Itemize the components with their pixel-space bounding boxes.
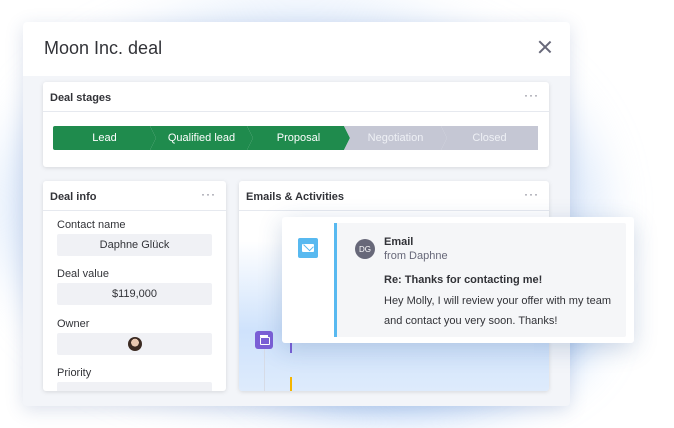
- emails-activities-title: Emails & Activities: [246, 191, 345, 203]
- stage-qualified-lead[interactable]: Qualified lead: [150, 126, 253, 150]
- stage-negotiation[interactable]: Negotiation: [344, 126, 447, 150]
- deal-stages-card: Deal stages ··· Lead Qualified lead Propos…: [43, 82, 549, 167]
- stage-pipeline: Lead Qualified lead Proposal Negotiation Clo…: [53, 126, 539, 150]
- deal-info-card: Deal info ··· Contact name Daphne Glück …: [43, 181, 226, 391]
- email-sender: from Daphne: [384, 250, 448, 262]
- deal-value-field[interactable]: $119,000: [57, 283, 212, 305]
- priority-label: Priority: [57, 367, 92, 379]
- stage-lead[interactable]: Lead: [53, 126, 156, 150]
- stage-proposal[interactable]: Proposal: [247, 126, 350, 150]
- card-header: Emails & Activities ···: [239, 181, 549, 211]
- more-options-icon[interactable]: ···: [524, 88, 539, 102]
- modal-title: Moon Inc. deal: [44, 38, 163, 58]
- contact-name-label: Contact name: [57, 219, 126, 231]
- avatar: DG: [355, 239, 375, 259]
- card-header: Deal info ···: [43, 181, 226, 211]
- card-header: Deal stages ···: [43, 82, 549, 112]
- email-body-text: Hey Molly, I will review your offer with…: [384, 295, 611, 327]
- deal-modal: Moon Inc. deal Deal stages ··· Lead Quali…: [23, 22, 570, 406]
- deal-info-title: Deal info: [50, 191, 97, 203]
- deal-stages-title: Deal stages: [50, 92, 112, 104]
- email-accent-bar: [334, 223, 337, 337]
- avatar: [127, 337, 142, 351]
- deal-value-label: Deal value: [57, 268, 109, 280]
- more-options-icon[interactable]: ···: [524, 187, 539, 201]
- stage-closed[interactable]: Closed: [441, 126, 538, 150]
- activity-marker-yellow: [290, 377, 292, 391]
- modal-header: Moon Inc. deal: [23, 22, 570, 76]
- owner-field[interactable]: [57, 333, 212, 355]
- priority-field[interactable]: [57, 382, 212, 391]
- email-type-label: Email: [384, 236, 414, 248]
- calendar-icon: [255, 331, 273, 349]
- contact-name-field[interactable]: Daphne Glück: [57, 234, 212, 256]
- close-icon[interactable]: [538, 40, 552, 54]
- more-options-icon[interactable]: ···: [201, 187, 216, 201]
- email-card[interactable]: DG Email from Daphne Re: Thanks for cont…: [334, 223, 626, 337]
- mail-icon: [298, 238, 318, 258]
- email-subject: Re: Thanks for contacting me!: [384, 274, 543, 286]
- email-activity-popup[interactable]: DG Email from Daphne Re: Thanks for cont…: [282, 217, 634, 343]
- owner-label: Owner: [57, 318, 90, 330]
